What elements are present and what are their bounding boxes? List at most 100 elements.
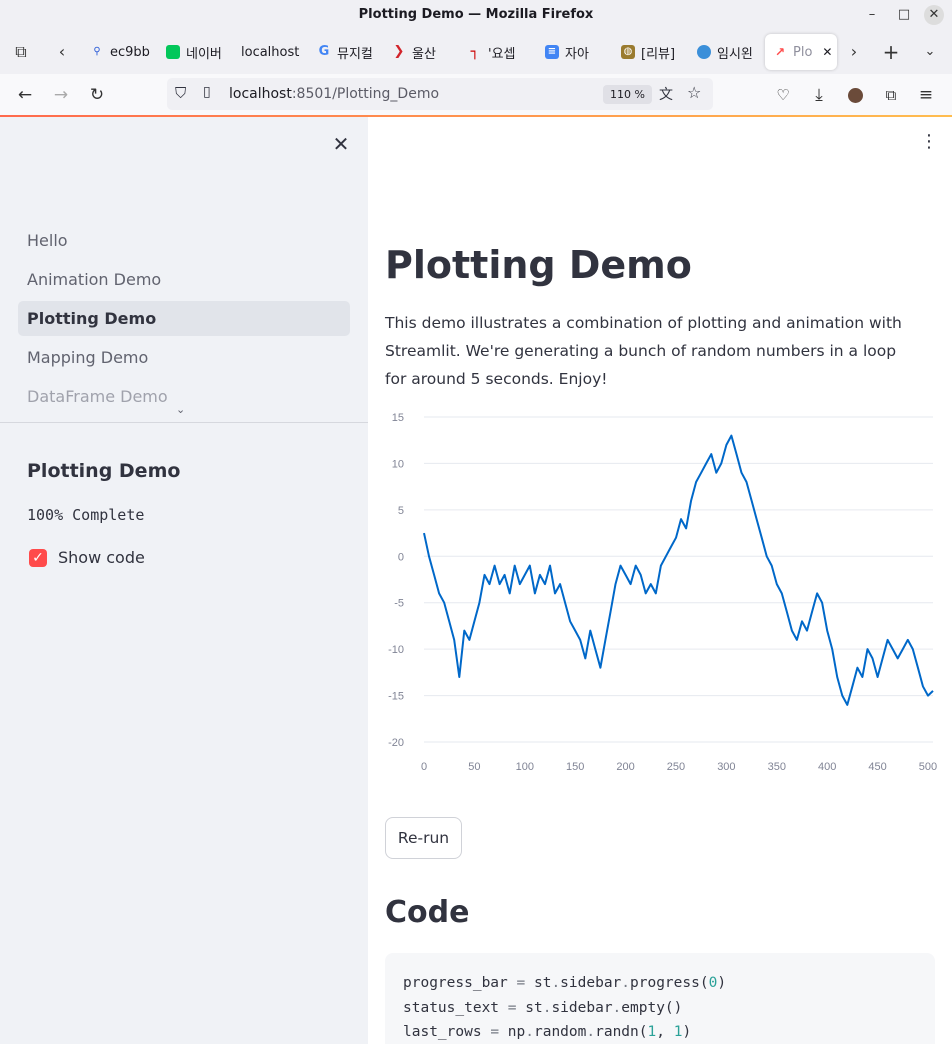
translate-icon[interactable]: ⽂ (659, 84, 673, 104)
window-title: Plotting Demo — Mozilla Firefox (358, 7, 594, 22)
maximize-icon[interactable]: □ (894, 5, 914, 25)
tab-6[interactable]: ┐ '요셉 (468, 34, 528, 70)
account-avatar-icon[interactable] (843, 83, 867, 107)
scroll-tabs-right-icon[interactable]: › (842, 40, 866, 64)
sidebar-item-mapping-demo[interactable]: Mapping Demo (18, 340, 350, 375)
downloads-icon[interactable]: ⤓ (807, 83, 831, 107)
close-window-icon[interactable]: ✕ (924, 5, 944, 25)
tab-8[interactable]: ◍ [리뷰] (621, 34, 681, 70)
tab-bar: ⧉ ‹ ⚲ ec9bb 네이버 localhost G 뮤지컬 ❯ 울산 ┐ '… (0, 30, 952, 74)
x-tick-label: 200 (616, 761, 634, 773)
menu-icon[interactable]: ≡ (914, 83, 938, 107)
zoom-level[interactable]: 110 % (603, 85, 652, 104)
chart-icon: ↗ (774, 45, 786, 59)
close-sidebar-icon[interactable]: ✕ (330, 133, 352, 155)
tab-5[interactable]: ❯ 울산 (392, 34, 452, 70)
tab-3[interactable]: localhost (241, 34, 301, 70)
google-icon: G (318, 44, 330, 59)
x-tick-label: 350 (768, 761, 786, 773)
url-path: :8501/Plotting_Demo (291, 86, 440, 102)
page-title: Plotting Demo (385, 243, 692, 287)
y-tick-label: 5 (398, 505, 404, 517)
url-bar[interactable]: ⛉ ▯ localhost:8501/Plotting_Demo 110 % ⽂… (167, 78, 713, 110)
pocket-icon[interactable]: ♡ (771, 83, 795, 107)
window-titlebar: Plotting Demo — Mozilla Firefox – □ ✕ (0, 0, 952, 30)
chevron-down-icon[interactable]: ⌄ (176, 403, 185, 416)
tab-label: '요셉 (488, 46, 516, 62)
sidebar-item-plotting-demo[interactable]: Plotting Demo (18, 301, 350, 336)
tab-1[interactable]: ⚲ ec9bb (90, 34, 150, 70)
sidebar-nav: Hello Animation Demo Plotting Demo Mappi… (18, 223, 350, 418)
main-content: ⋮ Plotting Demo This demo illustrates a … (368, 117, 952, 1044)
x-tick-label: 50 (468, 761, 480, 773)
y-tick-label: -15 (388, 691, 404, 703)
status-text: 100% Complete (27, 506, 145, 524)
tab-label: ec9bb (110, 44, 150, 60)
globe-icon (697, 45, 711, 59)
x-tick-label: 300 (717, 761, 735, 773)
doc-icon: ≡ (545, 45, 559, 59)
sidebar-item-hello[interactable]: Hello (18, 223, 350, 258)
y-tick-label: -20 (388, 737, 404, 749)
tab-label: 임시왼 (717, 46, 753, 62)
x-tick-label: 0 (421, 761, 427, 773)
tab-7[interactable]: ≡ 자아 (545, 34, 605, 70)
show-code-checkbox[interactable]: ✓ (29, 549, 47, 567)
tab-manager-icon[interactable]: ⧉ (9, 40, 33, 64)
code-section-title: Code (385, 895, 470, 930)
page-icon[interactable]: ▯ (203, 84, 211, 100)
badge-icon: ◍ (621, 45, 635, 59)
y-tick-label: 15 (392, 412, 404, 424)
shield-icon[interactable]: ⛉ (175, 84, 186, 102)
x-tick-label: 100 (516, 761, 534, 773)
x-tick-label: 400 (818, 761, 836, 773)
tab-label: [리뷰] (641, 46, 676, 62)
sidebar-item-animation-demo[interactable]: Animation Demo (18, 262, 350, 297)
x-tick-label: 250 (667, 761, 685, 773)
new-tab-icon[interactable]: + (879, 40, 903, 64)
y-tick-label: 10 (392, 458, 404, 470)
code-block[interactable]: progress_bar = st.sidebar.progress(0) sta… (385, 953, 935, 1044)
naver-icon (166, 45, 180, 59)
x-tick-label: 150 (566, 761, 584, 773)
list-tabs-icon[interactable]: ⌄ (918, 40, 942, 64)
ulsan-icon: ❯ (393, 44, 405, 59)
tab-label: 자아 (565, 46, 589, 62)
tab-2[interactable]: 네이버 (166, 34, 226, 70)
forward-icon[interactable]: → (49, 83, 73, 107)
rerun-button[interactable]: Re-run (385, 817, 462, 859)
close-tab-icon[interactable]: ✕ (822, 45, 832, 59)
url-text[interactable]: localhost:8501/Plotting_Demo (229, 86, 439, 102)
y-tick-label: -5 (394, 598, 404, 610)
series-line (423, 434, 934, 706)
minimize-icon[interactable]: – (862, 5, 882, 25)
scroll-tabs-left-icon[interactable]: ‹ (50, 40, 74, 64)
show-code-label[interactable]: Show code (58, 548, 145, 567)
search-icon: ⚲ (93, 46, 101, 57)
sidebar-divider (0, 422, 368, 423)
y-tick-label: -10 (388, 644, 404, 656)
y-tick-label: 0 (398, 551, 404, 563)
sidebar-section-title: Plotting Demo (27, 460, 181, 482)
tab-9[interactable]: 임시왼 (697, 34, 757, 70)
code-line: status_text = st.sidebar.empty() (403, 999, 683, 1016)
x-tick-label: 500 (919, 761, 937, 773)
tab-label: Plo (793, 44, 813, 60)
bookmark-star-icon[interactable]: ☆ (687, 83, 701, 102)
extensions-icon[interactable]: ⧉ (879, 83, 903, 107)
red-flag-icon: ┐ (470, 44, 480, 60)
tab-label: localhost (241, 44, 300, 60)
url-host: localhost (229, 86, 292, 102)
code-line: progress_bar = st.sidebar.progress(0) (403, 975, 727, 991)
more-options-icon[interactable]: ⋮ (920, 131, 938, 153)
x-tick-label: 450 (868, 761, 886, 773)
tab-active[interactable]: ↗ Plo ✕ (765, 34, 837, 70)
reload-icon[interactable]: ↻ (85, 83, 109, 107)
sidebar: ✕ Hello Animation Demo Plotting Demo Map… (0, 117, 368, 1044)
back-icon[interactable]: ← (13, 83, 37, 107)
nav-bar: ← → ↻ ⛉ ▯ localhost:8501/Plotting_Demo 1… (0, 74, 952, 116)
line-chart[interactable]: 151050-5-10-15-200 50 100 150 200 250 300 350 40… (368, 402, 952, 782)
tab-label: 네이버 (186, 46, 222, 62)
tab-4[interactable]: G 뮤지컬 (317, 34, 377, 70)
code-line: last_rows = np.random.randn(1, 1) (403, 1024, 692, 1040)
